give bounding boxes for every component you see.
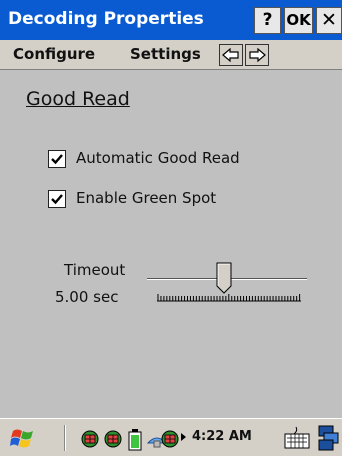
title-bar: Decoding Properties ? OK ✕ <box>0 0 342 40</box>
automatic-good-read-checkbox[interactable] <box>48 150 66 168</box>
clock[interactable]: 4:22 AM <box>192 429 252 444</box>
slider-ticks <box>157 294 301 302</box>
battery-icon[interactable] <box>128 429 142 451</box>
checkmark-icon <box>51 194 63 205</box>
timeout-label: Timeout <box>64 261 126 279</box>
menu-configure[interactable]: Configure <box>13 45 95 63</box>
expand-tray-icon[interactable] <box>180 432 188 442</box>
prev-page-button[interactable] <box>219 44 243 66</box>
network-icon[interactable] <box>103 429 123 449</box>
enable-green-spot-checkbox[interactable] <box>48 190 66 208</box>
start-flag-icon[interactable] <box>10 427 36 449</box>
timeout-value: 5.00 sec <box>55 288 119 306</box>
enable-green-spot-label: Enable Green Spot <box>76 189 217 207</box>
network-icon[interactable] <box>80 429 100 449</box>
keyboard-icon[interactable] <box>284 425 310 451</box>
menu-bar: Configure Settings <box>0 40 342 70</box>
next-page-button[interactable] <box>245 44 269 66</box>
network-icon[interactable] <box>160 429 180 449</box>
help-button[interactable]: ? <box>254 7 281 34</box>
right-arrow-icon <box>249 47 266 63</box>
timeout-slider[interactable] <box>145 258 310 308</box>
automatic-good-read-label: Automatic Good Read <box>76 149 240 167</box>
left-arrow-icon <box>222 47 239 63</box>
checkmark-icon <box>51 154 63 165</box>
ok-button[interactable]: OK <box>284 7 313 34</box>
slider-thumb[interactable] <box>216 262 232 294</box>
close-button[interactable]: ✕ <box>316 7 342 34</box>
window-title: Decoding Properties <box>8 9 204 29</box>
sip-toggle-icon[interactable] <box>318 425 340 451</box>
taskbar: 4:22 AM <box>0 418 342 456</box>
menu-settings[interactable]: Settings <box>130 45 201 63</box>
section-title: Good Read <box>26 88 130 110</box>
